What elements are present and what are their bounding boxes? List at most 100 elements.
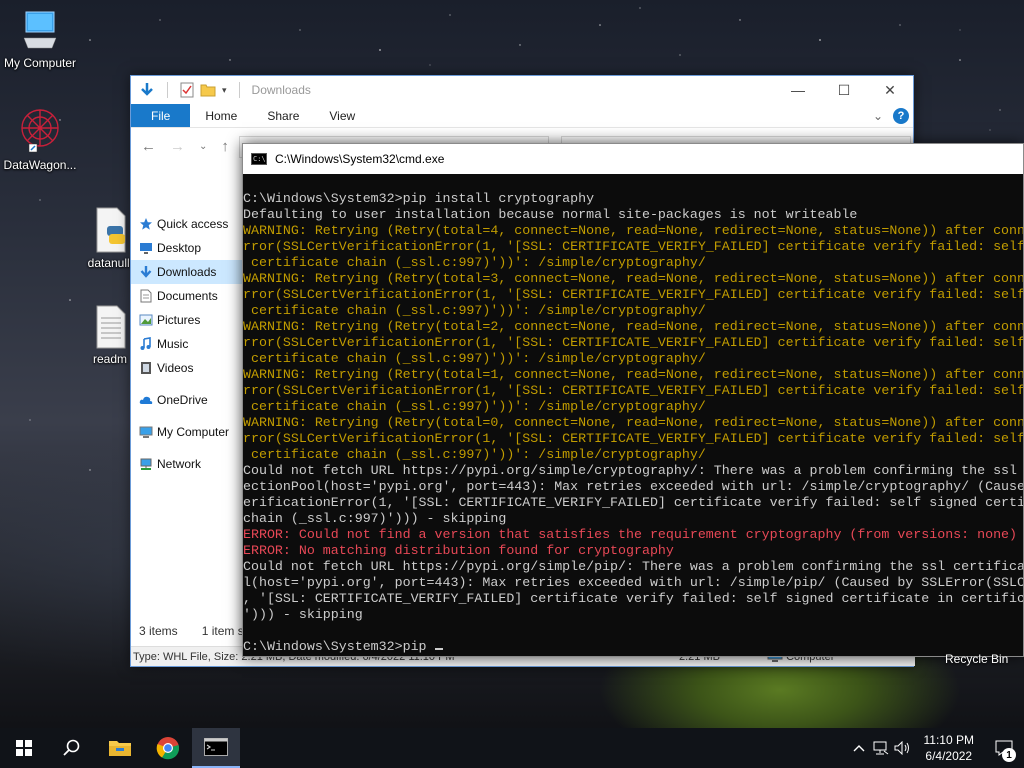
cmd-line: erificationError(1, '[SSL: CERTIFICATE_V… [243, 495, 1023, 510]
nav-item-documents[interactable]: Documents [131, 284, 243, 308]
cmd-line: WARNING: Retrying (Retry(total=2, connec… [243, 319, 1023, 334]
nav-label: Desktop [157, 241, 202, 255]
cmd-cursor [434, 648, 443, 650]
computer-icon [139, 426, 153, 438]
cmd-icon [204, 738, 228, 756]
datawagon-logo-icon [21, 109, 59, 153]
selected-count: 1 item s [201, 624, 244, 638]
download-arrow-icon [141, 83, 153, 96]
document-icon [140, 289, 152, 303]
notification-badge: 1 [1002, 748, 1016, 762]
tab-file[interactable]: File [131, 104, 191, 127]
cmd-line: Could not fetch URL https://pypi.org/sim… [243, 559, 1023, 574]
windows-icon [16, 740, 32, 756]
network-icon [140, 458, 152, 470]
nav-label: My Computer [157, 425, 230, 439]
quick-access-dropdown-icon[interactable]: ▾ [222, 85, 227, 96]
maximize-icon[interactable]: ☐ [821, 76, 867, 104]
status-bar: 3 items 1 item s [139, 624, 244, 638]
tab-home[interactable]: Home [190, 104, 252, 127]
cmd-line: , '[SSL: CERTIFICATE_VERIFY_FAILED] cert… [243, 591, 1023, 606]
cmd-title-bar[interactable]: C:\ C:\Windows\System32\cmd.exe [243, 144, 1023, 174]
desktop-icon-label: DataWagon... [3, 158, 77, 172]
recent-locations-icon[interactable]: ⌄ [199, 141, 207, 152]
cmd-output[interactable]: C:\Windows\System32>pip install cryptogr… [243, 174, 1023, 655]
search-icon [63, 739, 80, 756]
cmd-line: certificate chain (_ssl.c:997)'))': /sim… [243, 255, 706, 270]
show-hidden-icons-chevron-icon[interactable] [848, 744, 870, 752]
cmd-line: certificate chain (_ssl.c:997)'))': /sim… [243, 303, 706, 318]
nav-item-downloads[interactable]: Downloads [131, 260, 243, 284]
star-icon [140, 218, 152, 230]
cmd-line: ectionPool(host='pypi.org', port=443): M… [243, 479, 1023, 494]
forward-icon[interactable]: → [170, 138, 185, 155]
cmd-line: chain (_ssl.c:997)'))) - skipping [243, 511, 507, 526]
text-file-icon [96, 305, 126, 349]
search-button[interactable] [48, 728, 96, 768]
ribbon-expand-icon[interactable]: ⌄ [873, 109, 883, 123]
cmd-line: rror(SSLCertVerificationError(1, '[SSL: … [243, 335, 1023, 350]
new-folder-icon[interactable] [200, 83, 216, 97]
clock[interactable]: 11:10 PM 6/4/2022 [914, 732, 984, 764]
command-prompt-window[interactable]: C:\ C:\Windows\System32\cmd.exe C:\Windo… [242, 143, 1024, 657]
cloud-icon [139, 396, 153, 404]
cmd-line: certificate chain (_ssl.c:997)'))': /sim… [243, 399, 706, 414]
volume-icon[interactable] [892, 741, 914, 755]
cmd-line: Defaulting to user installation because … [243, 207, 858, 222]
cmd-line: rror(SSLCertVerificationError(1, '[SSL: … [243, 287, 1023, 302]
nav-item-quick-access[interactable]: Quick access [131, 212, 243, 236]
cmd-icon: C:\ [251, 153, 267, 165]
nav-item-my-computer[interactable]: My Computer [131, 420, 243, 444]
nav-label: Pictures [157, 313, 201, 327]
taskbar-chrome[interactable] [144, 728, 192, 768]
nav-item-desktop[interactable]: Desktop [131, 236, 243, 260]
desktop-icon [140, 243, 152, 254]
nav-item-music[interactable]: Music [131, 332, 243, 356]
cmd-line: WARNING: Retrying (Retry(total=1, connec… [243, 367, 1023, 382]
nav-item-network[interactable]: Network [131, 452, 243, 476]
item-count: 3 items [139, 624, 178, 638]
cmd-title: C:\Windows\System32\cmd.exe [275, 152, 445, 166]
desktop-icon-my-computer[interactable]: My Computer [0, 8, 80, 70]
nav-label: Quick access [157, 217, 229, 231]
cmd-line: C:\Windows\System32>pip install cryptogr… [243, 191, 595, 206]
action-center-button[interactable]: 1 [984, 740, 1024, 762]
video-icon [141, 362, 151, 374]
desktop-icon-datawagon[interactable]: DataWagon... [0, 106, 80, 172]
taskbar-file-explorer[interactable] [96, 728, 144, 768]
back-icon[interactable]: ← [141, 138, 156, 155]
cmd-line: l(host='pypi.org', port=443): Max retrie… [243, 575, 1023, 590]
properties-icon[interactable] [180, 82, 194, 98]
picture-icon [139, 314, 153, 326]
cmd-line: rror(SSLCertVerificationError(1, '[SSL: … [243, 431, 1023, 446]
nav-item-videos[interactable]: Videos [131, 356, 243, 380]
minimize-icon[interactable]: — [775, 76, 821, 104]
cmd-line: rror(SSLCertVerificationError(1, '[SSL: … [243, 239, 1023, 254]
cmd-line: Could not fetch URL https://pypi.org/sim… [243, 463, 1018, 478]
nav-item-onedrive[interactable]: OneDrive [131, 388, 243, 412]
tab-view[interactable]: View [314, 104, 370, 127]
nav-label: Network [157, 457, 202, 471]
recycle-bin-label[interactable]: Recycle Bin [945, 652, 1008, 666]
nav-label: Videos [157, 361, 194, 375]
download-icon [140, 266, 152, 278]
taskbar: 11:10 PM 6/4/2022 1 [0, 728, 1024, 768]
cmd-line: WARNING: Retrying (Retry(total=4, connec… [243, 223, 1023, 238]
cmd-line: ERROR: Could not find a version that sat… [243, 527, 1018, 542]
close-icon[interactable]: ✕ [867, 76, 913, 104]
cmd-line: rror(SSLCertVerificationError(1, '[SSL: … [243, 383, 1023, 398]
network-status-icon[interactable] [870, 741, 892, 755]
explorer-title-bar[interactable]: ▾ Downloads — ☐ ✕ [131, 76, 913, 104]
clock-date: 6/4/2022 [925, 749, 973, 763]
desktop-icon-label: readm [92, 352, 127, 366]
python-file-icon [96, 207, 126, 253]
tab-share[interactable]: Share [252, 104, 314, 127]
nav-label: Downloads [157, 265, 217, 279]
taskbar-cmd[interactable] [192, 728, 240, 768]
start-button[interactable] [0, 728, 48, 768]
up-icon[interactable]: ↑ [221, 138, 229, 155]
cmd-line: C:\Windows\System32>pip [243, 639, 1023, 655]
cmd-line [243, 623, 1023, 639]
help-icon[interactable]: ? [893, 107, 909, 124]
nav-item-pictures[interactable]: Pictures [131, 308, 243, 332]
